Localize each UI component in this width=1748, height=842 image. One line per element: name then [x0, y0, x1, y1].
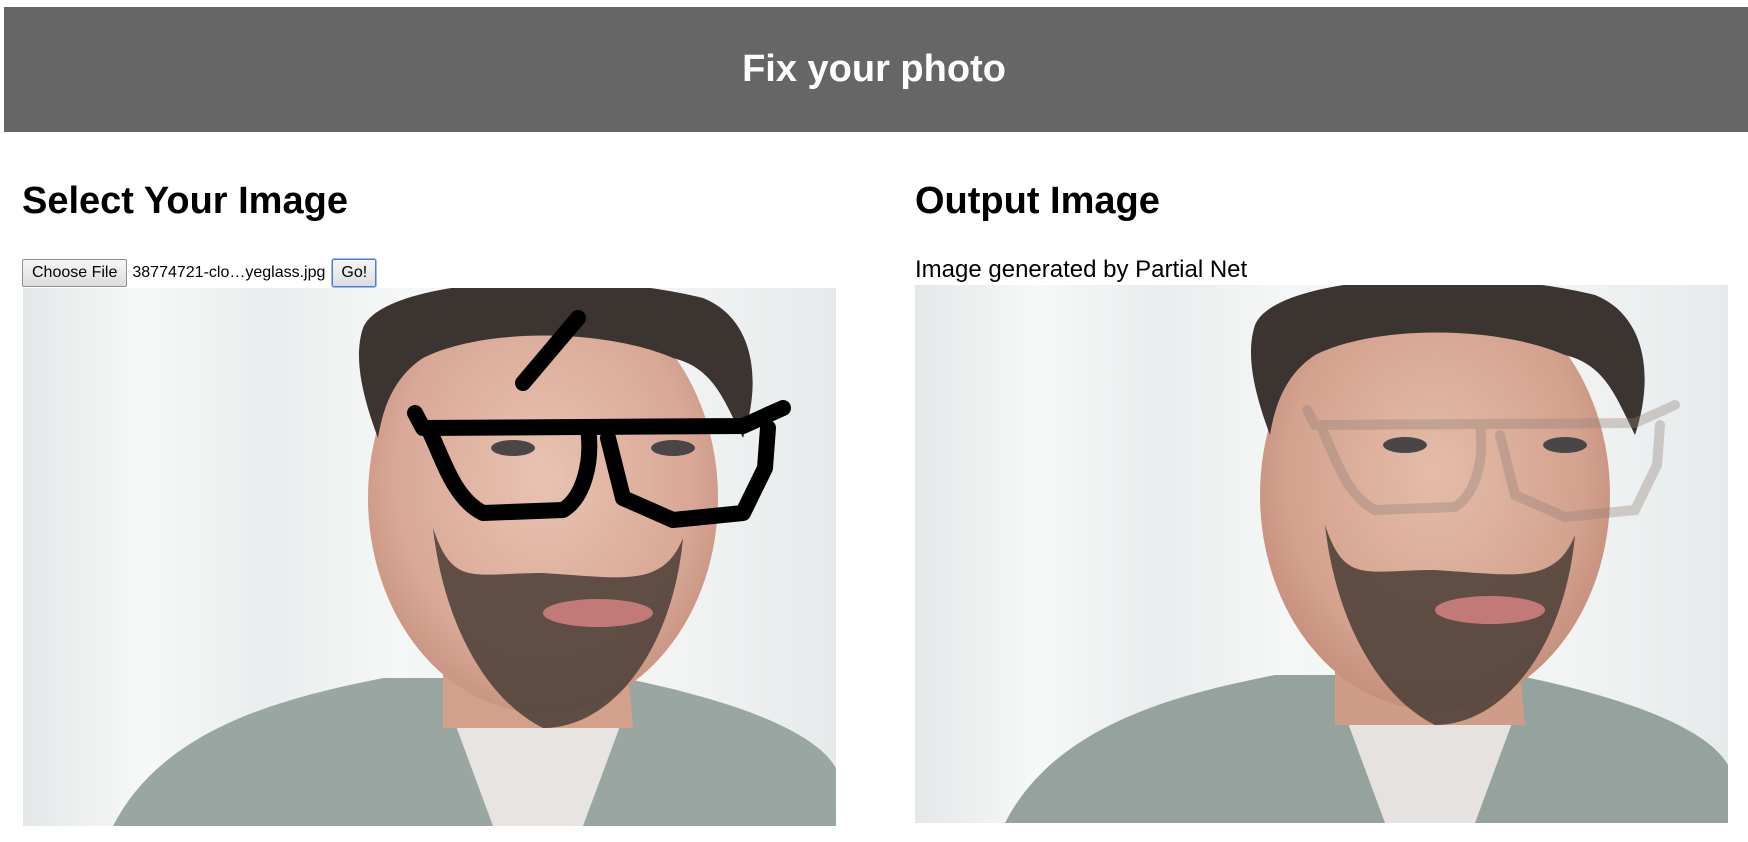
- page-header: Fix your photo: [4, 7, 1748, 132]
- choose-file-button[interactable]: Choose File: [22, 259, 128, 287]
- output-section-title: Output Image: [915, 180, 1160, 222]
- file-upload-row: Choose File 38774721-clo…yeglass.jpg Go!: [22, 258, 378, 288]
- go-button[interactable]: Go!: [331, 258, 378, 288]
- input-image: [23, 288, 836, 826]
- output-caption: Image generated by Partial Net: [915, 256, 1248, 283]
- output-image: [915, 285, 1728, 823]
- page-title: Fix your photo: [742, 48, 1006, 90]
- selected-file-name: 38774721-clo…yeglass.jpg: [132, 264, 326, 281]
- input-photo-graphic: [23, 288, 836, 826]
- output-photo-graphic: [915, 285, 1728, 823]
- input-section-title: Select Your Image: [22, 180, 348, 222]
